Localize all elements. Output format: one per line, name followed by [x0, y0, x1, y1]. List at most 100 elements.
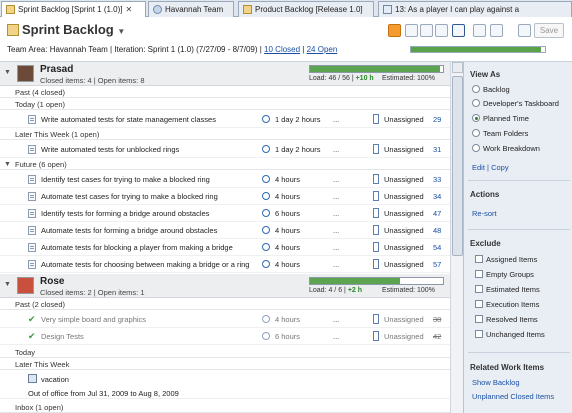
- work-item-icon: [383, 5, 392, 14]
- filter-icon[interactable]: [435, 24, 448, 37]
- divider: [468, 180, 570, 181]
- collapse-all-icon[interactable]: [405, 24, 418, 37]
- group-past[interactable]: Past (2 closed): [0, 299, 450, 310]
- radio-icon: [472, 99, 480, 107]
- vertical-scrollbar[interactable]: [450, 62, 463, 413]
- scrollbar-thumb[interactable]: [452, 76, 463, 256]
- expand-all-icon[interactable]: [420, 24, 433, 37]
- task-icon: [28, 209, 36, 218]
- toggle-details-icon[interactable]: [452, 24, 465, 37]
- task-icon: [28, 115, 36, 124]
- checkbox-icon: [475, 300, 483, 308]
- plan-sidebar: View As Backlog Developer's Taskboard Pl…: [463, 62, 572, 413]
- close-icon[interactable]: ✕: [126, 5, 133, 14]
- save-button[interactable]: Save: [534, 23, 564, 38]
- edit-link[interactable]: Edit: [472, 163, 485, 172]
- edit-icon[interactable]: [473, 24, 486, 37]
- view-option-team-folders[interactable]: Team Folders: [472, 129, 528, 138]
- tab-product-backlog[interactable]: Product Backlog [Release 1.0]: [238, 1, 374, 17]
- table-row[interactable]: Identify tests for forming a bridge arou…: [0, 205, 450, 222]
- table-row[interactable]: ✔ Very simple board and graphics 4 hours…: [0, 311, 450, 328]
- table-row[interactable]: ✔ Design Tests 6 hours ... Unassigned 42: [0, 328, 450, 345]
- exclude-assigned-items[interactable]: Assigned Items: [475, 255, 537, 264]
- section-heading: View As: [470, 70, 501, 79]
- view-option-planned-time[interactable]: Planned Time: [472, 114, 529, 123]
- owner-icon: [373, 259, 379, 269]
- collapse-triangle-icon[interactable]: ▼: [4, 69, 11, 76]
- show-backlog-link[interactable]: Show Backlog: [472, 378, 520, 387]
- vacation-entry[interactable]: vacation Out of office from Jul 31, 2009…: [0, 371, 450, 399]
- owner-load-bar: [309, 277, 444, 285]
- owner-load: Load: 46 / 56 | +10 h: [309, 75, 374, 82]
- checkbox-icon: [475, 315, 483, 323]
- clock-icon: [262, 260, 270, 268]
- iteration-progress-bar: [410, 46, 546, 53]
- chevron-down-icon[interactable]: ▼: [117, 27, 125, 36]
- task-icon: [28, 175, 36, 184]
- check-icon: ✔: [28, 314, 36, 324]
- owner-estimated: Estimated: 100%: [382, 75, 435, 82]
- table-row[interactable]: Automate test cases for trying to make a…: [0, 188, 450, 205]
- group-later-this-week[interactable]: Later This Week: [0, 359, 450, 370]
- open-items-link[interactable]: 24 Open: [307, 45, 338, 54]
- table-row[interactable]: Automate tests for choosing between maki…: [0, 256, 450, 273]
- exclude-resolved-items[interactable]: Resolved Items: [475, 315, 538, 324]
- section-heading: Actions: [470, 190, 500, 199]
- collapse-triangle-icon[interactable]: ▼: [4, 281, 11, 288]
- table-row[interactable]: Write automated tests for unblocked ring…: [0, 141, 450, 158]
- owner-icon: [373, 314, 379, 324]
- clock-icon: [262, 209, 270, 217]
- exclude-estimated-items[interactable]: Estimated Items: [475, 285, 540, 294]
- section-heading: Exclude: [470, 239, 501, 248]
- unplanned-closed-items-link[interactable]: Unplanned Closed Items: [472, 392, 554, 401]
- table-row[interactable]: Automate tests for blocking a player fro…: [0, 239, 450, 256]
- copy-link[interactable]: Copy: [491, 163, 509, 172]
- view-option-backlog[interactable]: Backlog: [472, 85, 510, 94]
- exclude-unchanged-items[interactable]: Unchanged Items: [475, 330, 545, 339]
- tab-sprint-backlog[interactable]: Sprint Backlog [Sprint 1 (1.0)] ✕: [1, 1, 146, 18]
- owner-header-rose[interactable]: ▼ Rose Closed items: 2 | Open items: 1 L…: [0, 274, 450, 298]
- owner-icon: [373, 242, 379, 252]
- clock-icon: [262, 175, 270, 183]
- tab-havannah-team[interactable]: Havannah Team: [148, 1, 234, 17]
- exclude-execution-items[interactable]: Execution Items: [475, 300, 539, 309]
- collapse-triangle-icon[interactable]: ▼: [4, 159, 11, 170]
- task-icon: [28, 145, 36, 154]
- rss-feed-icon[interactable]: [388, 24, 401, 37]
- view-option-taskboard[interactable]: Developer's Taskboard: [472, 99, 559, 108]
- clock-icon: [262, 192, 270, 200]
- group-past[interactable]: Past (4 closed): [0, 87, 450, 98]
- exclude-section: Exclude Assigned Items Empty Groups Esti…: [464, 232, 572, 347]
- clock-icon: [262, 315, 270, 323]
- owner-icon: [373, 191, 379, 201]
- resort-link[interactable]: Re-sort: [472, 209, 497, 218]
- closed-items-link[interactable]: 10 Closed: [264, 45, 300, 54]
- table-row[interactable]: Identify test cases for trying to make a…: [0, 171, 450, 188]
- owner-icon: [373, 174, 379, 184]
- owner-name: Prasad: [40, 64, 74, 75]
- table-row[interactable]: Automate tests for forming a bridge arou…: [0, 222, 450, 239]
- owner-load-bar: [309, 65, 444, 73]
- task-icon: [28, 226, 36, 235]
- plan-icon: [6, 5, 15, 14]
- group-inbox[interactable]: Inbox (1 open): [0, 402, 450, 413]
- view-option-work-breakdown[interactable]: Work Breakdown: [472, 144, 540, 153]
- actions-section: Actions Re-sort: [464, 182, 572, 232]
- group-future[interactable]: ▼ Future (6 open): [0, 159, 450, 170]
- related-work-items-section: Related Work Items Show Backlog Unplanne…: [464, 354, 572, 413]
- divider: [468, 352, 570, 353]
- checkbox-icon: [475, 330, 483, 338]
- view-edit-copy: Edit | Copy: [472, 163, 509, 172]
- group-today[interactable]: Today (1 open): [0, 99, 450, 110]
- new-work-item-icon[interactable]: [490, 24, 503, 37]
- exclude-empty-groups[interactable]: Empty Groups: [475, 270, 534, 279]
- owner-header-prasad[interactable]: ▼ Prasad Closed items: 4 | Open items: 8…: [0, 62, 450, 86]
- group-later-this-week[interactable]: Later This Week (1 open): [0, 129, 450, 140]
- refresh-icon[interactable]: [518, 24, 531, 37]
- team-icon: [153, 5, 162, 14]
- table-row[interactable]: Write automated tests for state manageme…: [0, 111, 450, 128]
- group-today[interactable]: Today: [0, 347, 450, 358]
- tab-work-item-13[interactable]: 13: As a player I can play against a: [378, 1, 572, 17]
- scroll-up-button[interactable]: [452, 62, 463, 73]
- clock-icon: [262, 332, 270, 340]
